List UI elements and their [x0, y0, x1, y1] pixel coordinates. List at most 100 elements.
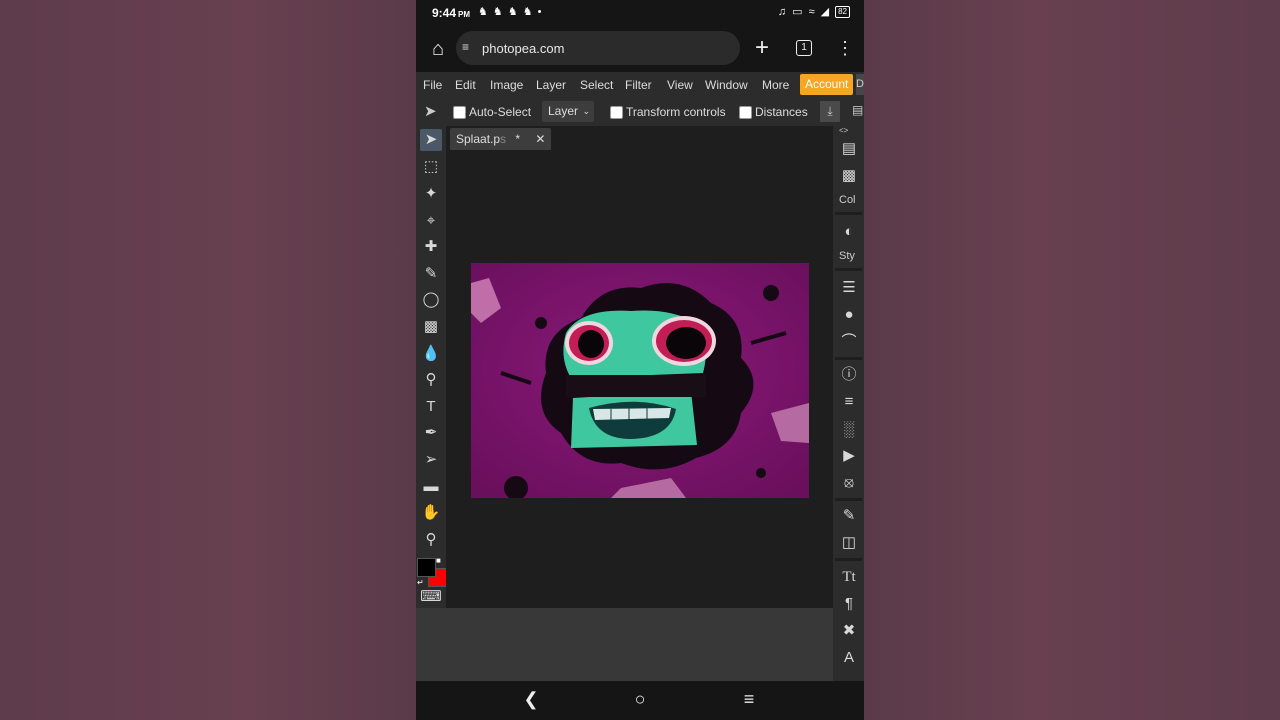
notification-icons: ♞ ♞ ♞ ♞ • — [478, 6, 543, 18]
glyphs-icon[interactable]: A — [838, 647, 860, 669]
new-tab-button[interactable]: + — [750, 34, 774, 62]
document-tab[interactable]: Splaat.ps * ✕ — [450, 128, 552, 150]
panel-divider — [835, 498, 862, 501]
magic-wand-icon[interactable]: ✦ — [420, 183, 442, 205]
gradient-icon[interactable]: ▩ — [420, 316, 442, 338]
status-bar: 9:44 PM ♞ ♞ ♞ ♞ • ♫ ▭ ≈ ◢ 82 — [416, 0, 864, 26]
tool-presets-icon[interactable]: ◫ — [838, 532, 860, 554]
pen-tool-icon[interactable]: ✒ — [420, 422, 442, 444]
menu-truncated-item[interactable]: D — [856, 74, 864, 95]
swap-colors-icon[interactable]: ■ — [436, 556, 441, 565]
download-icon[interactable]: ⤓ — [820, 101, 840, 122]
channels-icon[interactable]: ● — [838, 304, 860, 326]
healing-brush-icon[interactable]: ✚ — [420, 236, 442, 258]
transform-controls-label: Transform controls — [626, 105, 726, 119]
home-nav-icon[interactable]: ○ — [628, 689, 652, 710]
status-time: 9:44 PM — [432, 6, 471, 20]
headphones-icon: ♫ — [777, 5, 787, 18]
menu-edit[interactable]: Edit — [455, 78, 476, 92]
swatches-icon[interactable]: ▩ — [838, 165, 860, 187]
menu-file[interactable]: File — [423, 78, 442, 92]
tools-wrench-icon[interactable]: ✖ — [838, 620, 860, 642]
image-canvas[interactable] — [471, 263, 809, 498]
layer-select-value: Layer — [548, 104, 579, 118]
distances-label: Distances — [755, 105, 808, 119]
panel-divider — [835, 357, 862, 360]
auto-select-checkbox[interactable] — [453, 106, 466, 119]
browser-toolbar: ⌂ ≡ photopea.com + 1 ⋮ — [416, 26, 864, 72]
character-icon[interactable]: Tt — [838, 566, 860, 588]
home-icon[interactable]: ⌂ — [426, 37, 450, 61]
marquee-select-icon[interactable]: ⬚ — [420, 156, 442, 178]
menu-layer[interactable]: Layer — [536, 78, 566, 92]
menu-view[interactable]: View — [667, 78, 693, 92]
align-icon[interactable]: ▤ — [852, 103, 864, 121]
cast-icon: ▭ — [792, 6, 803, 18]
panel-divider — [835, 268, 862, 271]
panel-divider — [835, 212, 862, 215]
app-menubar: File Edit Image Layer Select Filter View… — [416, 72, 864, 98]
histogram-icon[interactable]: ░ — [838, 419, 860, 441]
close-icon[interactable]: ✕ — [535, 132, 545, 146]
browser-menu-icon[interactable]: ⋮ — [836, 36, 854, 60]
menu-window[interactable]: Window — [705, 78, 748, 92]
color-panel-label[interactable]: Col — [839, 194, 856, 206]
rectangle-shape-icon[interactable]: ▬ — [420, 476, 442, 498]
status-right-icons: ♫ ▭ ≈ ◢ 82 — [778, 5, 850, 18]
document-tab-title: Splaat.p — [456, 132, 501, 146]
bottom-panel-area — [416, 608, 833, 681]
dodge-icon[interactable]: ⚲ — [420, 369, 442, 391]
actions-play-icon[interactable]: ▶ — [838, 445, 860, 467]
right-panel: <> ▤ ▩ Col ◐ Sty ☰ ● ⌒ ⓘ ≡ ░ ▶ ⦻ ✎ ◫ Tt … — [833, 126, 864, 681]
recents-icon[interactable]: ≡ — [737, 689, 761, 710]
panel-divider — [835, 558, 862, 561]
tab-switcher-button[interactable]: 1 — [796, 40, 812, 56]
navigator-icon[interactable]: ⦻ — [838, 472, 860, 494]
layers-icon[interactable]: ☰ — [838, 277, 860, 299]
address-bar[interactable]: ≡ photopea.com — [456, 31, 740, 65]
crop-icon[interactable]: ⌖ — [420, 210, 442, 232]
paragraph-icon[interactable]: ¶ — [838, 593, 860, 615]
phone-screen: 9:44 PM ♞ ♞ ♞ ♞ • ♫ ▭ ≈ ◢ 82 ⌂ ≡ photopea… — [416, 0, 864, 720]
android-nav-bar: ❮ ○ ≡ — [416, 681, 864, 720]
collapse-panel-icon[interactable]: <> — [839, 126, 848, 135]
brush-icon[interactable]: ✎ — [420, 263, 442, 285]
account-button[interactable]: Account — [800, 74, 854, 95]
chevron-down-icon: ⌄ — [582, 106, 590, 116]
blur-drop-icon[interactable]: 💧 — [420, 343, 442, 365]
move-tool-icon[interactable]: ➤ — [420, 129, 442, 151]
info-icon[interactable]: ⓘ — [838, 364, 860, 386]
hand-tool-icon[interactable]: ✋ — [420, 502, 442, 524]
auto-select-label: Auto-Select — [469, 105, 532, 119]
background-right — [864, 0, 1280, 720]
canvas-artwork — [471, 263, 809, 498]
menu-filter[interactable]: Filter — [625, 78, 652, 92]
document-area: Splaat.ps * ✕ — [446, 126, 833, 608]
distances-checkbox[interactable] — [739, 106, 752, 119]
transform-controls-checkbox[interactable] — [610, 106, 623, 119]
history-icon[interactable]: ▤ — [838, 138, 860, 160]
move-tool-icon: ➤ — [424, 103, 437, 120]
text-tool-icon[interactable]: T — [420, 396, 442, 418]
properties-icon[interactable]: ≡ — [838, 391, 860, 413]
paths-icon[interactable]: ⌒ — [838, 331, 860, 353]
menu-select[interactable]: Select — [580, 78, 613, 92]
options-bar: ➤ Auto-Select Layer ⌄ Transform controls… — [416, 98, 864, 126]
background-left — [0, 0, 416, 720]
adjustments-icon[interactable]: ◐ — [838, 221, 860, 243]
menu-more[interactable]: More — [762, 78, 789, 92]
back-icon[interactable]: ❮ — [519, 689, 543, 710]
tools-panel: ➤ ⬚ ✦ ⌖ ✚ ✎ ◯ ▩ 💧 ⚲ T ✒ ➢ ▬ ✋ ⚲ ■ ↵ ⌨ — [416, 126, 447, 608]
style-panel-label[interactable]: Sty — [839, 250, 855, 262]
battery-icon: 82 — [835, 5, 850, 18]
zoom-icon[interactable]: ⚲ — [420, 529, 442, 551]
site-settings-icon[interactable]: ≡ — [462, 40, 469, 54]
menu-image[interactable]: Image — [490, 78, 523, 92]
modified-marker: * — [515, 132, 521, 146]
keyboard-icon[interactable]: ⌨ — [420, 586, 442, 608]
brush-settings-icon[interactable]: ✎ — [838, 505, 860, 527]
foreground-color-swatch[interactable] — [417, 558, 436, 577]
eraser-icon[interactable]: ◯ — [420, 289, 442, 311]
layer-select[interactable]: Layer ⌄ — [542, 101, 594, 122]
path-select-icon[interactable]: ➢ — [420, 449, 442, 471]
